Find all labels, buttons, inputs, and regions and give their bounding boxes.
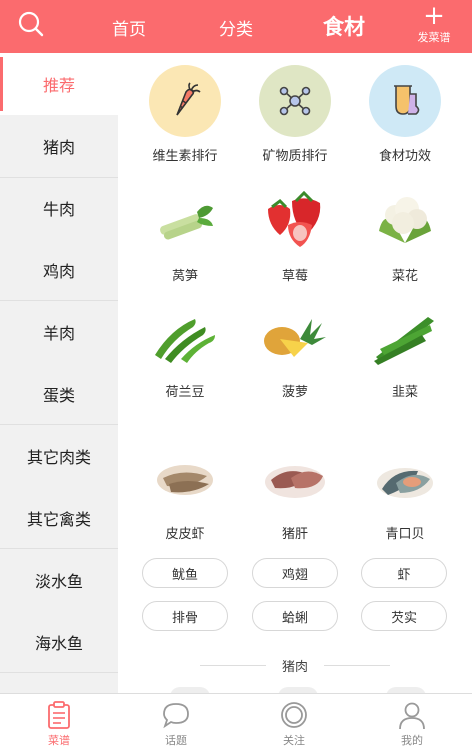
food-item-chive[interactable]: 韭菜 [350,301,460,400]
bottom-tab-label: 菜谱 [48,734,70,747]
food-label: 草莓 [281,269,308,284]
strawberry-icon [259,185,331,257]
sidebar-item-other-meat[interactable]: 其它肉类 [0,425,118,487]
food-label: 皮皮虾 [165,527,205,542]
ingredient-grid: 维生素排行 矿物质排行 食材功效 莴笋 草莓 菜花 荷兰豆 菠萝 韭菜 皮皮虾 … [118,53,472,693]
feature-label: 维生素排行 [152,149,218,164]
mineral-ranking-item[interactable]: 矿物质排行 [240,65,350,164]
feature-label: 食材功效 [378,149,431,164]
bottom-tab-topics[interactable]: 话题 [136,700,216,748]
tag-button[interactable]: 排骨 [142,601,228,631]
food-label: 菜花 [391,269,418,284]
mussel-icon [369,443,441,515]
tab-home[interactable]: 首页 [112,15,146,40]
food-label: 荷兰豆 [165,385,205,400]
bottom-nav: 菜谱 话题 关注 我的 [0,693,472,756]
sidebar-item-mutton[interactable]: 羊肉 [0,301,118,363]
search-icon[interactable] [17,10,45,38]
circle-icon [281,702,307,728]
molecule-icon [259,65,331,137]
tab-ingredients[interactable]: 食材 [323,11,365,41]
food-item-cauliflower[interactable]: 菜花 [350,185,460,284]
food-item-snow-pea[interactable]: 荷兰豆 [130,301,240,400]
snow-pea-icon [149,301,221,373]
bottom-tab-recipes[interactable]: 菜谱 [19,700,99,748]
food-label: 韭菜 [391,385,418,400]
tag-button[interactable]: 鸡翅 [252,558,338,588]
bottom-tab-label: 话题 [165,734,187,747]
top-bar: 首页 分类 食材 + 发菜谱 [0,0,472,53]
sidebar-item-label: 猪肉 [42,138,75,157]
section-title: 猪肉 [281,660,308,675]
flask-icon [369,65,441,137]
feature-label: 矿物质排行 [262,149,328,164]
sidebar-item-label: 淡水鱼 [34,572,83,591]
tag-button[interactable]: 芡实 [361,601,447,631]
plus-icon: + [423,1,445,31]
pineapple-icon [259,301,331,373]
food-label: 猪肝 [281,527,308,542]
sidebar-item-other-poultry[interactable]: 其它禽类 [0,487,118,549]
publish-recipe-button[interactable]: + 发菜谱 [414,1,454,45]
tag-button[interactable]: 鱿鱼 [142,558,228,588]
sidebar-item-recommend[interactable]: 推荐 [0,53,118,115]
sidebar-item-beef[interactable]: 牛肉 [0,177,118,239]
food-item-mussel[interactable]: 青口贝 [350,443,460,542]
tag-button[interactable]: 蛤蜊 [252,601,338,631]
food-item-pork-liver[interactable]: 猪肝 [240,443,350,542]
sidebar-item-label: 羊肉 [42,324,75,343]
food-label: 青口贝 [385,527,425,542]
sidebar-item-seawater-fish[interactable]: 海水鱼 [0,611,118,673]
bottom-tab-label: 关注 [283,734,305,747]
sidebar-item-pork[interactable]: 猪肉 [0,115,118,177]
tag-button[interactable]: 虾 [361,558,447,588]
sidebar-item-label: 鸡肉 [42,262,75,281]
sidebar-item-eggs[interactable]: 蛋类 [0,363,118,425]
ingredient-effect-item[interactable]: 食材功效 [350,65,460,164]
carrot-icon [149,65,221,137]
publish-label: 发菜谱 [417,31,451,44]
sidebar-item-freshwater-fish[interactable]: 淡水鱼 [0,549,118,611]
cauliflower-icon [369,185,441,257]
sidebar-item-label: 海水鱼 [34,634,83,653]
person-icon [399,702,425,730]
vitamin-ranking-item[interactable]: 维生素排行 [130,65,240,164]
chive-icon [369,301,441,373]
bottom-tab-follow[interactable]: 关注 [254,700,334,748]
sidebar-item-label: 蛋类 [42,386,75,405]
clipboard-icon [48,701,70,729]
bottom-tab-label: 我的 [401,734,423,747]
food-item-mantis-shrimp[interactable]: 皮皮虾 [130,443,240,542]
pork-liver-icon [259,443,331,515]
food-item-pineapple[interactable]: 菠萝 [240,301,350,400]
tab-category[interactable]: 分类 [219,15,253,40]
divider [0,672,118,673]
mantis-shrimp-icon [149,443,221,515]
sidebar-item-label: 其它肉类 [26,448,91,467]
food-label: 菠萝 [281,385,308,400]
food-item-strawberry[interactable]: 草莓 [240,185,350,284]
chat-bubble-icon [163,703,189,729]
sidebar-item-chicken[interactable]: 鸡肉 [0,239,118,301]
sidebar-item-label: 推荐 [42,76,75,95]
sidebar-item-label: 牛肉 [42,200,75,219]
sidebar-item-label: 其它禽类 [26,510,91,529]
food-item-lettuce-stem[interactable]: 莴笋 [130,185,240,284]
food-label: 莴笋 [171,269,198,284]
category-sidebar: 推荐 猪肉 牛肉 鸡肉 羊肉 蛋类 其它肉类 其它禽类 淡水鱼 海水鱼 [0,53,118,693]
bottom-tab-mine[interactable]: 我的 [372,700,452,748]
lettuce-stem-icon [149,185,221,257]
